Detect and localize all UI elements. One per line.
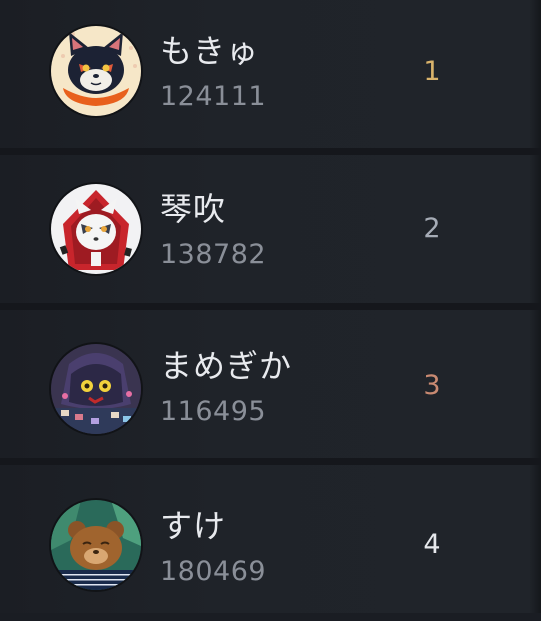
rank-number: 4 bbox=[423, 529, 441, 560]
rank-number: 3 bbox=[423, 370, 441, 401]
rank-number: 2 bbox=[423, 213, 441, 244]
leaderboard-row[interactable]: もきゅ 124111 1 bbox=[0, 0, 541, 148]
bear-character-avatar[interactable] bbox=[51, 500, 141, 590]
player-name: すけ bbox=[160, 507, 227, 545]
fox-character-avatar[interactable] bbox=[51, 26, 141, 116]
rank-number: 1 bbox=[423, 56, 441, 87]
ghost-creature-avatar[interactable] bbox=[51, 344, 141, 434]
leaderboard-list: もきゅ 124111 1 琴吹 138782 2 まめぎか 116495 3 す… bbox=[0, 0, 541, 621]
row-divider bbox=[0, 303, 541, 310]
row-divider bbox=[0, 458, 541, 465]
leaderboard-row[interactable]: まめぎか 116495 3 bbox=[0, 310, 541, 458]
leaderboard-row[interactable]: すけ 180469 4 bbox=[0, 465, 541, 613]
player-score: 116495 bbox=[160, 396, 267, 427]
player-score: 138782 bbox=[160, 239, 267, 270]
leaderboard-row[interactable]: 琴吹 138782 2 bbox=[0, 155, 541, 303]
player-name: まめぎか bbox=[160, 347, 293, 385]
player-name: 琴吹 bbox=[160, 190, 227, 228]
row-divider bbox=[0, 148, 541, 155]
player-score: 180469 bbox=[160, 556, 267, 587]
player-name: もきゅ bbox=[160, 32, 260, 70]
hooded-fox-character-avatar[interactable] bbox=[51, 184, 141, 274]
player-score: 124111 bbox=[160, 81, 267, 112]
